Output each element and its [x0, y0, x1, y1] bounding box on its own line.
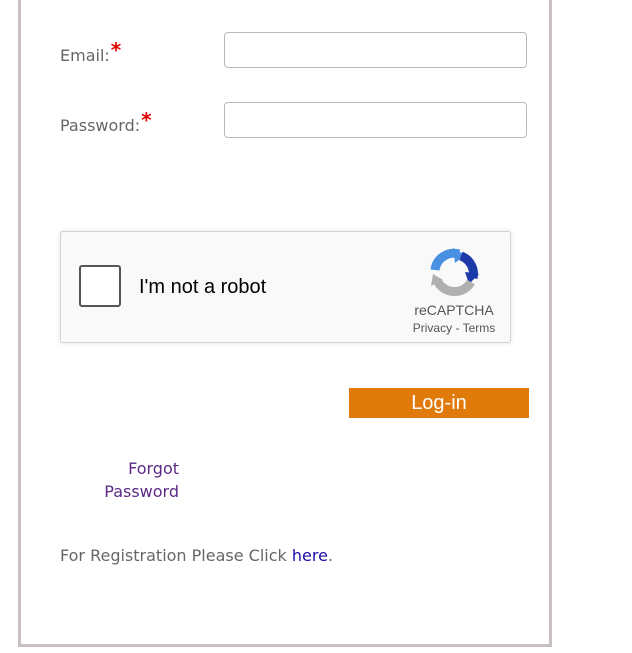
email-input[interactable]	[224, 32, 527, 68]
forgot-password-line2: Password	[104, 482, 179, 501]
registration-text: For Registration Please Click here.	[60, 546, 333, 565]
recaptcha-widget: I'm not a robot reCAPTCHA Privacy - Term…	[60, 231, 511, 343]
password-required-mark: *	[141, 108, 152, 132]
registration-prefix: For Registration Please Click	[60, 546, 292, 565]
recaptcha-links-separator: -	[452, 321, 463, 335]
recaptcha-logo-icon	[430, 248, 479, 297]
recaptcha-links: Privacy - Terms	[405, 321, 503, 335]
recaptcha-brand: reCAPTCHA	[414, 302, 494, 318]
email-required-mark: *	[110, 38, 122, 62]
login-button[interactable]: Log-in	[349, 388, 529, 418]
password-label-text: Password:	[60, 116, 141, 135]
password-input[interactable]	[224, 102, 527, 138]
email-label-text: Email:	[60, 46, 110, 65]
forgot-password-link[interactable]: Forgot Password	[100, 457, 179, 503]
email-label: Email:*	[60, 38, 121, 66]
forgot-password-line1: Forgot	[128, 459, 179, 478]
recaptcha-terms-link[interactable]: Terms	[463, 321, 496, 335]
recaptcha-checkbox[interactable]	[79, 265, 121, 307]
recaptcha-privacy-link[interactable]: Privacy	[413, 321, 452, 335]
registration-here-link[interactable]: here	[292, 546, 328, 565]
password-label: Password:*	[60, 108, 152, 136]
registration-suffix: .	[327, 546, 334, 565]
recaptcha-label: I'm not a robot	[139, 276, 267, 298]
